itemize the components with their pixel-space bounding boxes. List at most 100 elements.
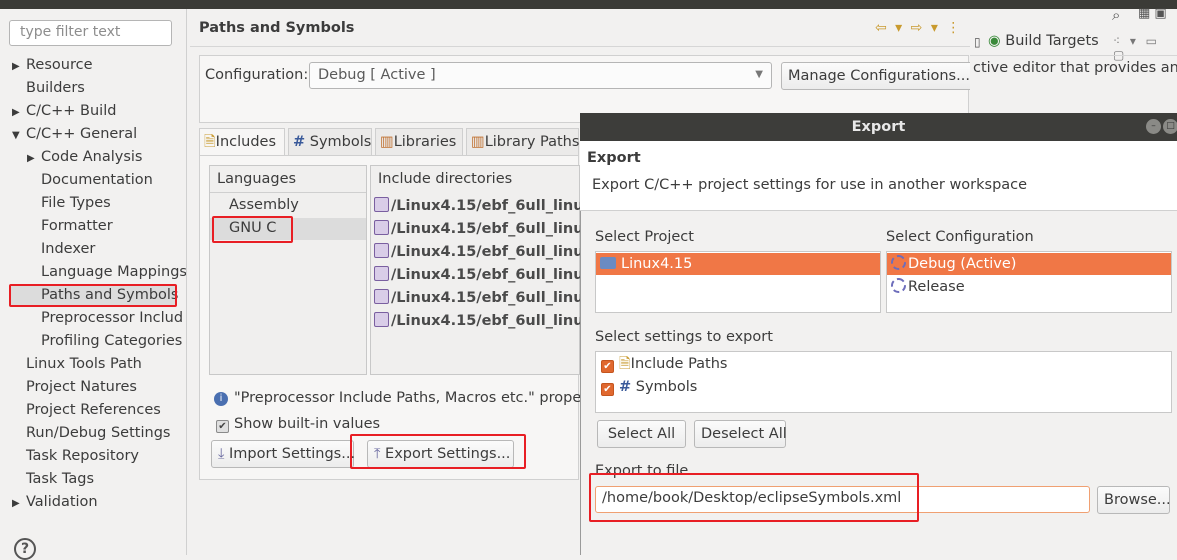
tree-item-c-c-general[interactable]: ▼ C/C++ General [12, 124, 137, 144]
browse-button[interactable]: Browse... [1097, 486, 1171, 514]
view-menu-icon[interactable]: ⁖ ▾ ▭ ▢ [1113, 34, 1177, 62]
tree-item-label: Project Natures [26, 379, 137, 395]
tree-item-validation[interactable]: ▶ Validation [12, 492, 98, 512]
tree-item-code-analysis[interactable]: ▶ Code Analysis [27, 147, 142, 167]
info-message: i "Preprocessor Include Paths, Macros etc… [214, 390, 601, 406]
checkbox-checked-icon[interactable]: ✔ [601, 360, 614, 373]
tree-item-documentation[interactable]: Documentation [27, 170, 153, 190]
hash-icon: # [293, 134, 306, 150]
configuration-item-debug[interactable]: Debug (Active) [887, 253, 1171, 275]
show-builtin-checkbox[interactable]: ✔ Show built-in values [216, 416, 380, 433]
setting-item-symbols[interactable]: ✔ # Symbols [597, 376, 697, 398]
languages-header: Languages [217, 171, 297, 187]
tree-item-label: Builders [26, 80, 85, 96]
language-item-assembly[interactable]: Assembly [229, 197, 299, 213]
export-header-description: Export C/C++ project settings for use in… [592, 177, 1028, 193]
tree-item-builders[interactable]: Builders [12, 78, 85, 98]
include-directory-item[interactable]: /Linux4.15/ebf_6ull_linux/in [374, 289, 613, 306]
build-targets-view[interactable]: ◉ Build Targets [988, 33, 1099, 49]
configuration-item-release[interactable]: Release [887, 276, 1171, 298]
tab-symbols[interactable]: # Symbols [288, 128, 372, 156]
includes-icon: 🗎 [204, 134, 216, 150]
tree-item-file-types[interactable]: File Types [27, 193, 111, 213]
configuration-select[interactable]: Debug [ Active ] ▼ [309, 62, 772, 89]
tree-item-label: Run/Debug Settings [26, 425, 171, 441]
workspace-folder-icon [374, 220, 389, 235]
tab-includes-label: Includes [215, 134, 277, 150]
tree-item-run-debug-settings[interactable]: Run/Debug Settings [12, 423, 170, 443]
tree-item-label: Validation [26, 494, 98, 510]
tree-item-preprocessor-includ[interactable]: Preprocessor Includ [27, 308, 183, 328]
chevron-right-icon[interactable]: ▶ [12, 57, 26, 77]
include-directory-item[interactable]: /Linux4.15/ebf_6ull_linux/in [374, 197, 613, 214]
show-builtin-label: Show built-in values [234, 416, 381, 432]
configuration-value: Debug [ Active ] [318, 67, 436, 83]
checkbox-checked-icon[interactable]: ✔ [601, 383, 614, 396]
minimize-icon[interactable]: – [1146, 119, 1161, 134]
deselect-all-button[interactable]: Deselect All [694, 420, 787, 448]
tree-item-c-c-build[interactable]: ▶ C/C++ Build [12, 101, 116, 121]
workspace-folder-icon [374, 197, 389, 212]
export-header-title: Export [587, 150, 641, 166]
chevron-down-icon: ▼ [755, 69, 763, 80]
select-configuration-label: Select Configuration [886, 229, 1034, 245]
toolbar-grid-icon[interactable]: ▦ ▣ [1138, 6, 1167, 21]
project-item[interactable]: Linux4.15 [596, 253, 880, 275]
tree-item-label: Linux Tools Path [26, 356, 142, 372]
tab-library-paths[interactable]: ▥Library Paths [466, 128, 579, 156]
tab-symbols-label: Symbols [309, 134, 372, 150]
tree-item-project-references[interactable]: Project References [12, 400, 161, 420]
nav-arrows-icon[interactable]: ⇦ ▾ ⇨ ▾ ⋮ [875, 20, 962, 36]
tree-item-task-tags[interactable]: Task Tags [12, 469, 94, 489]
select-project-label: Select Project [595, 229, 694, 245]
includes-icon: 🗎 [619, 356, 631, 372]
include-directory-item[interactable]: /Linux4.15/ebf_6ull_linux/in [374, 312, 613, 329]
help-icon[interactable]: ? [14, 538, 36, 560]
tree-item-formatter[interactable]: Formatter [27, 216, 113, 236]
info-text: "Preprocessor Include Paths, Macros etc.… [234, 390, 602, 406]
import-settings-button[interactable]: ⤓ Import Settings... [211, 440, 355, 468]
setting-item-include-paths[interactable]: ✔ 🗎Include Paths [597, 353, 727, 375]
tree-item-language-mappings[interactable]: Language Mappings [27, 262, 187, 282]
workspace-folder-icon [374, 266, 389, 281]
gear-icon [891, 278, 906, 293]
chevron-right-icon[interactable]: ▶ [12, 103, 26, 123]
tree-item-linux-tools-path[interactable]: Linux Tools Path [12, 354, 142, 374]
select-all-button[interactable]: Select All [597, 420, 686, 448]
tree-item-profiling-categories[interactable]: Profiling Categories [27, 331, 182, 351]
maximize-icon[interactable]: □ [1163, 119, 1177, 134]
setting-symbols-label: Symbols [635, 379, 698, 395]
export-dialog-header [580, 141, 1177, 211]
search-icon[interactable]: ⌕ [1112, 6, 1120, 24]
hash-icon: # [619, 379, 632, 395]
tree-item-label: File Types [41, 195, 111, 211]
export-dialog-title: Export [580, 113, 1177, 141]
tree-item-indexer[interactable]: Indexer [27, 239, 95, 259]
tree-item-task-repository[interactable]: Task Repository [12, 446, 139, 466]
include-directory-label: /Linux4.15/ebf_6ull_linux/a [391, 244, 608, 260]
checkbox-checked-icon: ✔ [216, 420, 229, 433]
include-directory-item[interactable]: /Linux4.15/ebf_6ull_linux/a [374, 220, 608, 237]
title-divider [190, 46, 970, 47]
tree-item-label: Preprocessor Includ [41, 310, 184, 326]
tree-item-label: Code Analysis [41, 149, 143, 165]
project-folder-icon [600, 257, 616, 269]
tab-includes[interactable]: 🗎Includes [199, 128, 285, 156]
tree-item-project-natures[interactable]: Project Natures [12, 377, 137, 397]
include-directories-header: Include directories [378, 171, 513, 187]
filter-input[interactable]: type filter text [9, 20, 172, 46]
chevron-down-icon[interactable]: ▼ [12, 126, 26, 146]
manage-configurations-button[interactable]: Manage Configurations... [781, 62, 977, 90]
chevron-right-icon[interactable]: ▶ [27, 149, 41, 169]
include-directory-item[interactable]: /Linux4.15/ebf_6ull_linux/a [374, 266, 608, 283]
tree-item-label: Task Repository [26, 448, 140, 464]
workspace-folder-icon [374, 243, 389, 258]
tree-item-resource[interactable]: ▶ Resource [12, 55, 93, 75]
tab-libraries[interactable]: ▥Libraries [375, 128, 463, 156]
include-directory-item[interactable]: /Linux4.15/ebf_6ull_linux/a [374, 243, 608, 260]
chevron-right-icon[interactable]: ▶ [12, 494, 26, 514]
include-directory-label: /Linux4.15/ebf_6ull_linux/a [391, 267, 608, 283]
tree-item-label: C/C++ Build [26, 103, 117, 119]
workspace-folder-icon [374, 312, 389, 327]
target-icon: ◉ [988, 33, 1001, 49]
